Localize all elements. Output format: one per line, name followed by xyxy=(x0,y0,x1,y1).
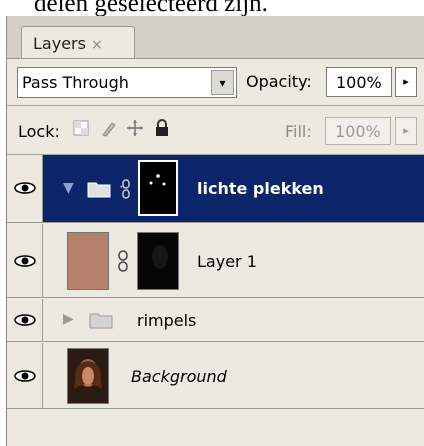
eye-icon xyxy=(14,255,36,267)
eye-icon xyxy=(14,314,36,326)
layer-name[interactable]: lichte plekken xyxy=(197,179,324,198)
layers-panel: Layers × Pass Through ▾ Opacity: 100% ▸ L… xyxy=(6,16,424,446)
lock-image-icon[interactable] xyxy=(99,119,119,139)
lock-all-icon[interactable] xyxy=(152,119,172,139)
mask-thumbnail[interactable] xyxy=(138,160,178,216)
folder-icon xyxy=(87,182,111,198)
background-thumbnail[interactable] xyxy=(67,348,109,404)
blend-mode-select[interactable]: Pass Through ▾ xyxy=(17,67,237,98)
layer-name[interactable]: Layer 1 xyxy=(197,252,257,271)
lock-transparency-icon[interactable] xyxy=(71,119,91,139)
chain-icon[interactable] xyxy=(117,250,129,272)
layer-row-layer-1[interactable]: Layer 1 xyxy=(7,224,424,298)
page-caption: delen geselecteerd zijn. xyxy=(34,0,268,17)
layer-thumbnail[interactable] xyxy=(67,232,109,290)
blend-mode-value: Pass Through xyxy=(22,73,129,92)
expand-triangle-icon[interactable]: ▼ xyxy=(63,180,74,196)
folder-icon xyxy=(89,313,113,329)
chain-icon[interactable] xyxy=(121,179,131,199)
lock-position-icon[interactable] xyxy=(125,119,145,139)
eye-icon xyxy=(14,370,36,382)
opacity-input[interactable]: 100% xyxy=(326,67,392,97)
tab-layers-label: Layers xyxy=(33,34,86,53)
layer-row-background[interactable]: Background xyxy=(7,343,424,409)
panel-body: Pass Through ▾ Opacity: 100% ▸ Lock: Fil… xyxy=(7,58,424,446)
close-icon[interactable]: × xyxy=(91,37,103,53)
layer-name[interactable]: rimpels xyxy=(137,311,196,330)
layer-name[interactable]: Background xyxy=(131,367,227,386)
fill-label: Fill: xyxy=(285,122,312,141)
fill-slider-arrow[interactable]: ▸ xyxy=(395,117,417,145)
lock-label: Lock: xyxy=(18,122,60,141)
visibility-toggle[interactable] xyxy=(7,343,43,408)
eye-icon xyxy=(14,182,36,194)
visibility-toggle[interactable] xyxy=(7,155,43,222)
chevron-down-icon[interactable]: ▾ xyxy=(211,70,234,95)
visibility-toggle[interactable] xyxy=(7,299,43,341)
tab-layers[interactable]: Layers × xyxy=(21,26,135,59)
opacity-label: Opacity: xyxy=(246,72,312,91)
opacity-slider-arrow[interactable]: ▸ xyxy=(395,67,417,97)
fill-input[interactable]: 100% xyxy=(325,117,391,145)
divider xyxy=(7,105,424,106)
visibility-toggle[interactable] xyxy=(7,224,43,297)
mask-thumbnail[interactable] xyxy=(137,232,179,290)
panel-tabbar: Layers × xyxy=(7,16,424,59)
layer-row-rimpels[interactable]: ▶ rimpels xyxy=(7,299,424,342)
expand-triangle-icon[interactable]: ▶ xyxy=(63,311,74,327)
layer-row-lichte-plekken[interactable]: ▼ ᐧ lichte plekken xyxy=(7,155,424,223)
